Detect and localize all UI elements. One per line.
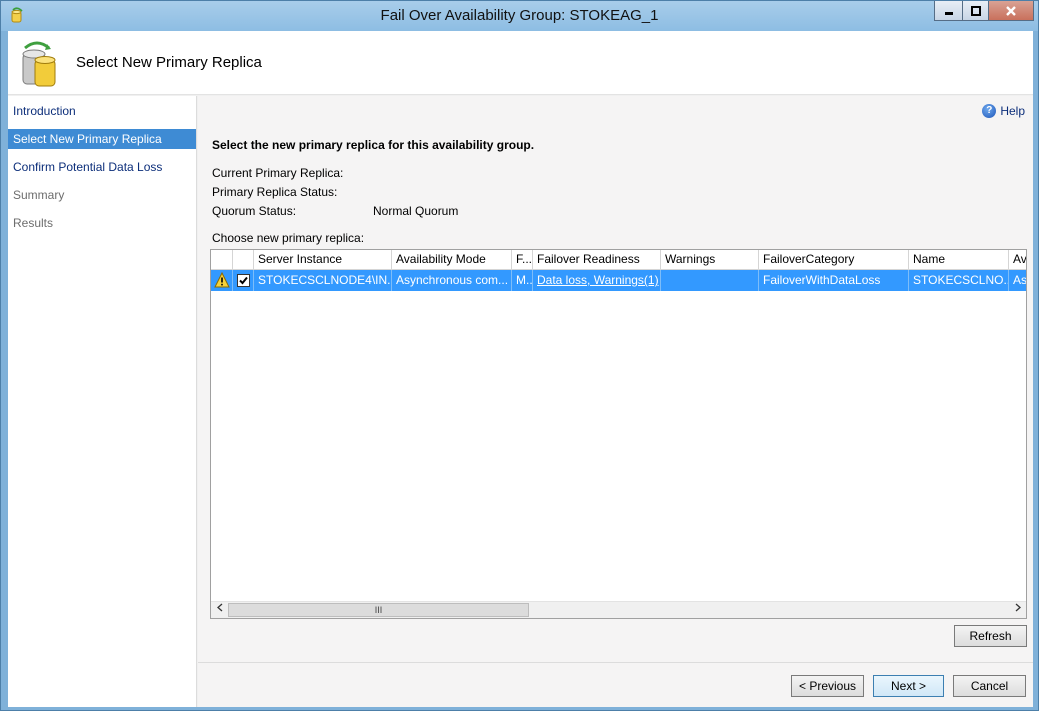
wizard-window: Fail Over Availability Group: STOKEAG_1 xyxy=(0,0,1039,711)
checkmark-icon xyxy=(239,276,248,285)
col-header-warnings[interactable]: Warnings xyxy=(661,250,759,270)
quorum-status-label: Quorum Status: xyxy=(212,204,297,218)
previous-button[interactable]: < Previous xyxy=(791,675,864,697)
cell-failover-mode: M... xyxy=(512,270,533,291)
col-header-warning[interactable] xyxy=(211,250,233,270)
minimize-button[interactable] xyxy=(934,1,962,21)
col-header-failover-readiness[interactable]: Failover Readiness xyxy=(533,250,661,270)
col-header-av[interactable]: Av xyxy=(1009,250,1026,270)
col-header-name[interactable]: Name xyxy=(909,250,1009,270)
page-title: Select New Primary Replica xyxy=(76,54,262,71)
cell-warnings xyxy=(661,270,759,291)
wizard-footer: < Previous Next > Cancel xyxy=(198,663,1033,707)
failover-readiness-link[interactable]: Data loss, Warnings(1) xyxy=(537,273,659,287)
horizontal-scrollbar[interactable]: III xyxy=(211,601,1026,618)
main-panel: ? Help Select the new primary replica fo… xyxy=(198,96,1033,662)
nav-item-results: Results xyxy=(13,216,54,230)
help-icon: ? xyxy=(982,104,997,118)
choose-replica-label: Choose new primary replica: xyxy=(212,231,365,245)
nav-item-confirm-potential-data-loss[interactable]: Confirm Potential Data Loss xyxy=(8,157,196,177)
cell-warning xyxy=(211,270,233,291)
col-header-failover-mode[interactable]: F... xyxy=(512,250,533,270)
cell-name: STOKECSCLNO... xyxy=(909,270,1009,291)
cell-select xyxy=(233,270,254,291)
help-link[interactable]: ? Help xyxy=(982,104,1025,118)
availability-group-icon xyxy=(22,41,56,87)
col-header-failover-category[interactable]: FailoverCategory xyxy=(759,250,909,270)
col-header-server-instance[interactable]: Server Instance xyxy=(254,250,392,270)
grid-header: Server Instance Availability Mode F... F… xyxy=(211,250,1026,270)
cell-av: Asy xyxy=(1013,273,1026,287)
quorum-status-value: Normal Quorum xyxy=(373,204,459,218)
col-header-availability-mode[interactable]: Availability Mode xyxy=(392,250,512,270)
page-header: Select New Primary Replica xyxy=(8,31,1033,95)
scroll-right-button[interactable] xyxy=(1009,602,1026,618)
instruction-text: Select the new primary replica for this … xyxy=(212,138,535,152)
maximize-icon xyxy=(970,5,981,16)
scroll-thumb[interactable]: III xyxy=(228,603,529,617)
nav-item-select-new-primary-replica[interactable]: Select New Primary Replica xyxy=(8,129,196,149)
minimize-icon xyxy=(944,11,953,15)
cell-failover-readiness: Data loss, Warnings(1) xyxy=(533,270,661,291)
close-icon xyxy=(1006,5,1016,16)
nav-item-introduction[interactable]: Introduction xyxy=(8,101,196,121)
warning-icon xyxy=(214,272,230,288)
wizard-nav: Introduction Select New Primary Replica … xyxy=(8,96,197,707)
cell-availability-mode: Asynchronous com... xyxy=(392,270,512,291)
next-button[interactable]: Next > xyxy=(873,675,944,697)
current-primary-label: Current Primary Replica: xyxy=(212,166,344,180)
cell-failover-category: FailoverWithDataLoss xyxy=(759,270,909,291)
cancel-button[interactable]: Cancel xyxy=(953,675,1026,697)
refresh-button[interactable]: Refresh xyxy=(954,625,1027,647)
chevron-right-icon xyxy=(1015,603,1021,612)
window-title: Fail Over Availability Group: STOKEAG_1 xyxy=(380,7,659,24)
wizard-client: Select New Primary Replica Introduction … xyxy=(8,31,1033,707)
table-row[interactable]: STOKECSCLNODE4\IN... Asynchronous com...… xyxy=(211,270,1026,291)
col-header-select[interactable] xyxy=(233,250,254,270)
chevron-left-icon xyxy=(216,603,222,612)
replica-grid[interactable]: Server Instance Availability Mode F... F… xyxy=(210,249,1027,619)
scroll-left-button[interactable] xyxy=(211,602,228,618)
maximize-button[interactable] xyxy=(962,1,988,21)
nav-item-summary: Summary xyxy=(13,188,65,202)
close-button[interactable] xyxy=(988,1,1034,21)
title-bar[interactable]: Fail Over Availability Group: STOKEAG_1 xyxy=(1,1,1038,31)
primary-status-label: Primary Replica Status: xyxy=(212,185,338,199)
help-label: Help xyxy=(1000,104,1025,118)
select-replica-checkbox[interactable] xyxy=(237,274,250,287)
cell-server-instance: STOKECSCLNODE4\IN... xyxy=(254,270,392,291)
